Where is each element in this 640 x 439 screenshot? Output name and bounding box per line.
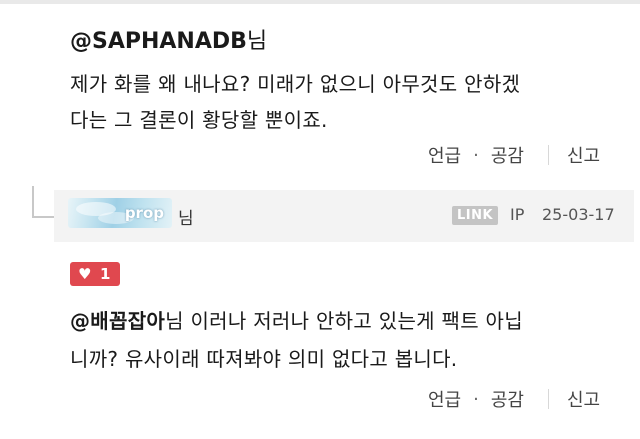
action-divider <box>547 145 549 165</box>
user-nickname-badge[interactable]: prop <box>68 198 172 228</box>
mention-reply-button[interactable]: 언급 <box>428 386 461 412</box>
mention-suffix: 님 <box>246 29 268 54</box>
reply-connector <box>32 186 34 218</box>
heart-icon: ♥ <box>78 265 92 283</box>
comment-mention-line: @SAPHANADB님 <box>70 28 267 56</box>
reply-header: prop 님 LINK IP 25-03-17 <box>54 190 634 242</box>
comment-item: @SAPHANADB님 제가 화를 왜 내나요? 미래가 없으니 아무것도 안하… <box>0 4 640 184</box>
mention-reply-button[interactable]: 언급 <box>428 142 461 168</box>
like-count-badge: ♥ 1 <box>70 262 120 286</box>
link-badge[interactable]: LINK <box>452 206 499 225</box>
like-button[interactable]: 공감 <box>491 142 524 168</box>
comment-actions: 언급 · 공감 신고 <box>428 142 600 168</box>
ip-label: IP <box>510 205 525 224</box>
action-divider <box>547 389 549 409</box>
action-separator-dot: · <box>473 388 479 410</box>
comment-body-line: 다는 그 결론이 황당할 뿐이죠. <box>70 108 328 132</box>
action-separator-dot: · <box>473 144 479 166</box>
comment-body: 제가 화를 왜 내나요? 미래가 없으니 아무것도 안하겠 다는 그 결론이 황… <box>70 66 630 138</box>
reply-date: 25-03-17 <box>542 205 615 224</box>
reply-body-text: 님 이러나 저러나 안하고 있는게 팩트 아닙 <box>165 309 523 333</box>
reply-body: @배꼽잡아님 이러나 저러나 안하고 있는게 팩트 아닙 니까? 유사이래 따져… <box>70 302 630 378</box>
reply-body-line: @배꼽잡아님 이러나 저러나 안하고 있는게 팩트 아닙 <box>70 302 630 340</box>
reply-actions: 언급 · 공감 신고 <box>428 386 600 412</box>
mention-handle[interactable]: @SAPHANADB <box>70 29 247 54</box>
username: prop <box>124 204 164 222</box>
mention-handle[interactable]: @배꼽잡아 <box>70 309 165 333</box>
username-honorific: 님 <box>178 209 194 229</box>
reply-connector <box>32 216 54 218</box>
like-count: 1 <box>100 265 111 283</box>
comment-body-line: 제가 화를 왜 내나요? 미래가 없으니 아무것도 안하겠 <box>70 72 521 96</box>
like-button[interactable]: 공감 <box>491 386 524 412</box>
report-button[interactable]: 신고 <box>567 386 600 412</box>
reply-body-line: 니까? 유사이래 따져봐야 의미 없다고 봅니다. <box>70 347 458 371</box>
report-button[interactable]: 신고 <box>567 142 600 168</box>
